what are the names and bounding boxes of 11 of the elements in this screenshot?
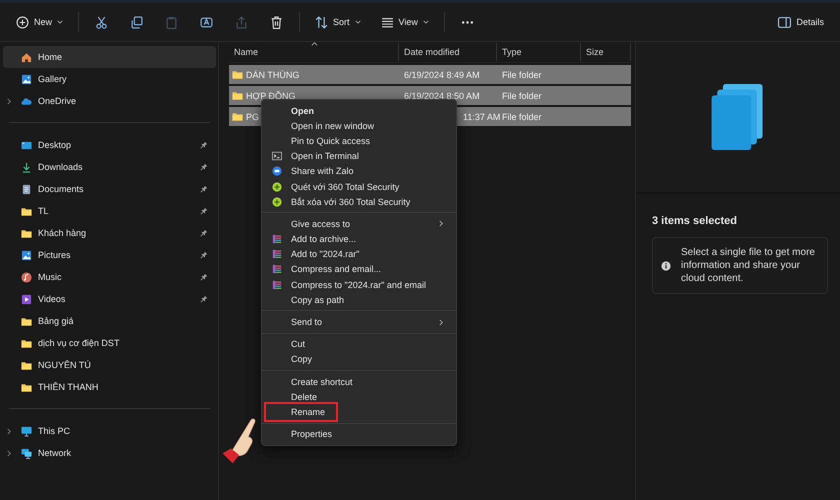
date-cell: 11:37 AM <box>463 112 500 122</box>
date-cell: 6/19/2024 8:50 AM <box>404 90 480 100</box>
type-cell: File folder <box>502 112 542 122</box>
type-cell: File folder <box>502 70 542 80</box>
date-cell: 6/19/2024 8:49 AM <box>404 70 480 80</box>
folder-name: PG <box>246 112 260 122</box>
folder-name: HỢP ĐỒNG <box>246 90 296 100</box>
selection-count: 3 items selected <box>651 214 738 229</box>
type-cell: File folder <box>502 90 542 100</box>
info-text: Select a single file to get more information and share your cloud content. <box>681 246 816 285</box>
folder-name: DÁN THÙNG <box>246 70 300 80</box>
